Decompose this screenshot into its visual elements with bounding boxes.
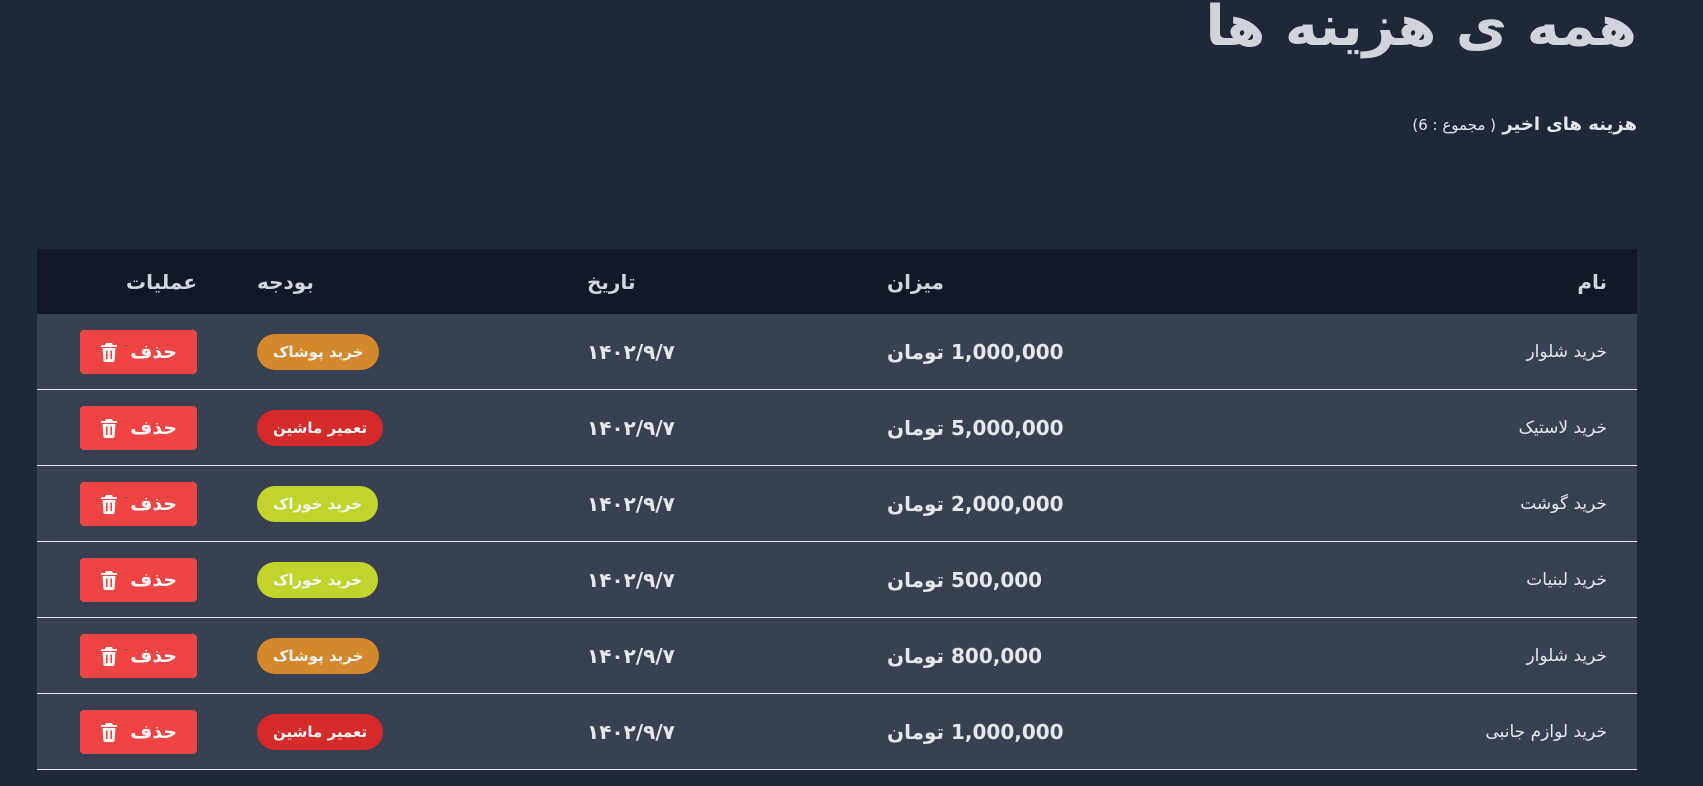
page-subtitle: هزینه های اخیر ( مجموع : 6) xyxy=(1412,114,1637,135)
expense-amount-cell: 2,000,000 تومان xyxy=(857,466,1277,542)
table-row: خرید لبنیات 500,000 تومان ۱۴۰۲/۹/۷ خرید خور… xyxy=(37,541,1637,618)
delete-button[interactable]: حذف xyxy=(80,405,197,450)
expense-name: خرید شلوار xyxy=(1526,645,1607,666)
expense-name: خرید گوشت xyxy=(1520,493,1607,514)
expense-budget-cell: خرید پوشاک xyxy=(227,314,557,390)
header-budget-label: بودجه xyxy=(257,269,314,294)
expense-name: خرید لبنیات xyxy=(1526,569,1607,590)
expense-operations: حذف xyxy=(37,390,227,466)
trash-icon xyxy=(100,646,118,666)
total-count: ( مجموع : 6) xyxy=(1412,116,1497,134)
expense-amount-cell: 5,000,000 تومان xyxy=(857,390,1277,466)
page-title: همه ی هزینه ها xyxy=(1205,0,1637,59)
budget-badge: خرید خوراک xyxy=(257,485,379,522)
expense-budget-cell: تعمیر ماشین xyxy=(227,694,557,770)
expense-amount: 5,000,000 تومان xyxy=(887,415,1064,440)
delete-button-label: حذف xyxy=(130,568,177,591)
table-header-row: نام میزان تاریخ بودجه عملیات xyxy=(37,249,1637,314)
table-row: خرید لوازم جانبی 1,000,000 تومان ۱۴۰۲/۹/۷ ت… xyxy=(37,693,1637,770)
budget-badge: تعمیر ماشین xyxy=(257,409,384,446)
expenses-table: نام میزان تاریخ بودجه عملیات خرید شلوار 1… xyxy=(37,249,1637,770)
delete-button-label: حذف xyxy=(130,340,177,363)
expense-operations: حذف xyxy=(37,314,227,390)
expense-name: خرید لاستیک xyxy=(1518,417,1607,438)
header-amount-label: میزان xyxy=(887,269,944,294)
expense-amount: 1,000,000 تومان xyxy=(887,719,1064,744)
table-row: خرید شلوار 1,000,000 تومان ۱۴۰۲/۹/۷ خرید پو… xyxy=(37,314,1637,390)
header-name: نام xyxy=(1577,269,1607,294)
trash-icon xyxy=(100,570,118,590)
expense-operations: حذف xyxy=(37,694,227,770)
expense-date: ۱۴۰۲/۹/۷ xyxy=(587,643,675,668)
budget-badge: خرید پوشاک xyxy=(257,333,380,370)
expense-amount-cell: 800,000 تومان xyxy=(857,618,1277,694)
expense-budget-cell: خرید خوراک xyxy=(227,466,557,542)
delete-button[interactable]: حذف xyxy=(80,481,197,526)
expense-name: خرید شلوار xyxy=(1526,341,1607,362)
table-body: خرید شلوار 1,000,000 تومان ۱۴۰۲/۹/۷ خرید پو… xyxy=(37,314,1637,770)
expense-amount-cell: 1,000,000 تومان xyxy=(857,694,1277,770)
header-amount: میزان xyxy=(857,249,1277,314)
header-operations-label: عملیات xyxy=(125,269,197,294)
expense-amount: 2,000,000 تومان xyxy=(887,491,1064,516)
expense-date: ۱۴۰۲/۹/۷ xyxy=(587,339,675,364)
trash-icon xyxy=(100,418,118,438)
header-budget: بودجه xyxy=(227,249,557,314)
expense-date: ۱۴۰۲/۹/۷ xyxy=(587,567,675,592)
expense-budget-cell: تعمیر ماشین xyxy=(227,390,557,466)
subtitle-text: هزینه های اخیر xyxy=(1502,114,1637,135)
expense-name: خرید لوازم جانبی xyxy=(1485,721,1608,742)
budget-badge: خرید پوشاک xyxy=(257,637,380,674)
expense-operations: حذف xyxy=(37,466,227,542)
expense-date: ۱۴۰۲/۹/۷ xyxy=(587,491,675,516)
expenses-table-container: نام میزان تاریخ بودجه عملیات خرید شلوار 1… xyxy=(37,249,1637,770)
trash-icon xyxy=(100,494,118,514)
delete-button[interactable]: حذف xyxy=(80,329,197,374)
delete-button[interactable]: حذف xyxy=(80,557,197,602)
delete-button-label: حذف xyxy=(130,720,177,743)
expense-budget-cell: خرید پوشاک xyxy=(227,618,557,694)
delete-button-label: حذف xyxy=(130,492,177,515)
expense-amount: 800,000 تومان xyxy=(887,643,1043,668)
delete-button-label: حذف xyxy=(130,644,177,667)
table-row: خرید شلوار 800,000 تومان ۱۴۰۲/۹/۷ خرید پوشا… xyxy=(37,617,1637,694)
delete-button[interactable]: حذف xyxy=(80,709,197,754)
budget-badge: خرید خوراک xyxy=(257,561,379,598)
trash-icon xyxy=(100,342,118,362)
expense-amount: 1,000,000 تومان xyxy=(887,339,1064,364)
trash-icon xyxy=(100,722,118,742)
expense-operations: حذف xyxy=(37,542,227,618)
budget-badge: تعمیر ماشین xyxy=(257,713,384,750)
table-row: خرید گوشت 2,000,000 تومان ۱۴۰۲/۹/۷ خرید خور… xyxy=(37,465,1637,542)
expense-amount-cell: 1,000,000 تومان xyxy=(857,314,1277,390)
table-header: نام میزان تاریخ بودجه عملیات xyxy=(37,249,1637,314)
expense-amount: 500,000 تومان xyxy=(887,567,1043,592)
delete-button[interactable]: حذف xyxy=(80,633,197,678)
delete-button-label: حذف xyxy=(130,416,177,439)
header-date: تاریخ xyxy=(557,249,857,314)
expense-date: ۱۴۰۲/۹/۷ xyxy=(587,415,675,440)
expense-amount-cell: 500,000 تومان xyxy=(857,542,1277,618)
header-operations: عملیات xyxy=(37,249,227,314)
header-date-label: تاریخ xyxy=(587,269,636,294)
expense-budget-cell: خرید خوراک xyxy=(227,542,557,618)
table-row: خرید لاستیک 5,000,000 تومان ۱۴۰۲/۹/۷ تعمیر … xyxy=(37,389,1637,466)
expense-date: ۱۴۰۲/۹/۷ xyxy=(587,719,675,744)
expense-operations: حذف xyxy=(37,618,227,694)
